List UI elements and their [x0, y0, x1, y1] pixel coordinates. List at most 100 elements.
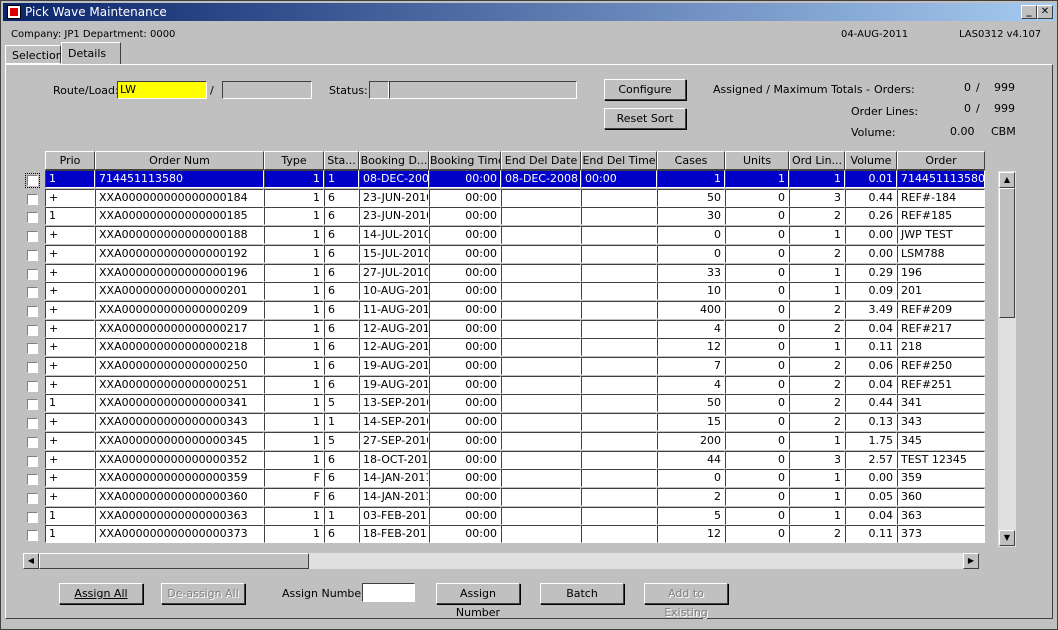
column-header[interactable]: Sta... [324, 151, 359, 170]
table-cell[interactable]: 1 [264, 319, 324, 338]
row-select-checkbox[interactable] [27, 492, 38, 504]
column-header[interactable]: Booking Time [429, 151, 501, 170]
table-cell[interactable] [501, 375, 581, 394]
column-header[interactable]: End Del Date [501, 151, 581, 170]
column-header[interactable]: Volume [845, 151, 897, 170]
table-cell[interactable] [501, 394, 581, 413]
table-cell[interactable]: 5 [324, 431, 359, 450]
table-cell[interactable]: 00:00 [429, 319, 501, 338]
table-cell[interactable] [581, 338, 657, 357]
table-cell[interactable]: 1 [45, 207, 95, 226]
table-cell[interactable]: 08-DEC-2008 [359, 170, 429, 188]
table-cell[interactable]: 0.00 [845, 244, 897, 263]
table-cell[interactable]: 00:00 [429, 300, 501, 319]
row-select-checkbox[interactable] [27, 193, 38, 205]
table-cell[interactable]: 6 [324, 450, 359, 469]
table-cell[interactable]: 3 [789, 188, 845, 207]
table-cell[interactable]: 30 [657, 207, 725, 226]
table-cell[interactable] [581, 375, 657, 394]
table-cell[interactable] [501, 525, 581, 543]
table-cell[interactable]: 0 [725, 431, 789, 450]
row-select-checkbox[interactable] [27, 362, 38, 373]
close-button[interactable]: ✕ [1037, 5, 1053, 19]
table-cell[interactable]: 6 [324, 263, 359, 282]
table-cell[interactable]: XXA000000000000000196 [95, 263, 264, 282]
table-cell[interactable]: 6 [324, 469, 359, 488]
table-cell[interactable]: REF#217 [897, 319, 985, 338]
table-cell[interactable] [501, 319, 581, 338]
table-row[interactable]: 1 XXA000000000000000185 1 6 23-JUN-2010 00:00… [45, 207, 985, 226]
table-cell[interactable]: 14-JAN-2011 [359, 487, 429, 506]
table-cell[interactable]: 50 [657, 394, 725, 413]
table-cell[interactable]: 00:00 [429, 244, 501, 263]
column-header[interactable]: Prio [45, 151, 95, 170]
table-cell[interactable]: 0.04 [845, 319, 897, 338]
table-cell[interactable]: XXA000000000000000352 [95, 450, 264, 469]
table-cell[interactable]: 27-SEP-2010 [359, 431, 429, 450]
row-select-checkbox[interactable] [27, 474, 38, 486]
table-cell[interactable]: 1 [324, 506, 359, 525]
scroll-down-button[interactable]: ▼ [999, 530, 1015, 546]
table-cell[interactable]: 14-JAN-2011 [359, 469, 429, 488]
table-cell[interactable]: 400 [657, 300, 725, 319]
table-cell[interactable]: 13-SEP-2010 [359, 394, 429, 413]
table-cell[interactable]: 27-JUL-2010 [359, 263, 429, 282]
table-cell[interactable] [501, 226, 581, 245]
column-header[interactable]: Cases [657, 151, 725, 170]
table-cell[interactable]: 0 [725, 525, 789, 543]
table-cell[interactable]: 0 [725, 319, 789, 338]
table-cell[interactable]: 3 [789, 450, 845, 469]
table-cell[interactable]: 0.13 [845, 413, 897, 432]
column-header[interactable]: Units [725, 151, 789, 170]
table-cell[interactable]: REF#-184 [897, 188, 985, 207]
table-cell[interactable]: 4 [657, 375, 725, 394]
table-cell[interactable]: 0 [725, 375, 789, 394]
table-cell[interactable]: 2 [657, 487, 725, 506]
table-row[interactable]: + XXA000000000000000360 F 6 14-JAN-2011 00:00… [45, 487, 985, 507]
table-cell[interactable] [581, 487, 657, 506]
table-cell[interactable]: XXA000000000000000343 [95, 413, 264, 432]
table-cell[interactable]: 0 [725, 188, 789, 207]
row-select-checkbox[interactable] [27, 287, 38, 299]
table-cell[interactable]: 0.26 [845, 207, 897, 226]
table-cell[interactable]: 00:00 [429, 338, 501, 357]
table-cell[interactable]: 0.06 [845, 357, 897, 375]
table-cell[interactable]: 6 [324, 244, 359, 263]
table-cell[interactable]: 0 [725, 226, 789, 245]
table-cell[interactable]: 343 [897, 413, 985, 432]
table-cell[interactable] [581, 469, 657, 488]
table-cell[interactable]: 373 [897, 525, 985, 543]
table-row[interactable]: + XXA000000000000000192 1 6 15-JUL-2010 00:00… [45, 244, 985, 264]
table-cell[interactable]: 1 [264, 263, 324, 282]
table-cell[interactable]: 00:00 [429, 394, 501, 413]
table-cell[interactable]: XXA000000000000000345 [95, 431, 264, 450]
table-cell[interactable]: + [45, 375, 95, 394]
table-cell[interactable]: 00:00 [429, 170, 501, 188]
table-cell[interactable]: 218 [897, 338, 985, 357]
column-header[interactable]: Order [897, 151, 985, 170]
table-cell[interactable]: 23-JUN-2010 [359, 207, 429, 226]
table-cell[interactable]: 2 [789, 413, 845, 432]
table-cell[interactable]: 363 [897, 506, 985, 525]
table-cell[interactable] [581, 394, 657, 413]
table-cell[interactable]: 50 [657, 188, 725, 207]
table-cell[interactable]: 0.05 [845, 487, 897, 506]
table-cell[interactable]: 4 [657, 319, 725, 338]
table-cell[interactable]: 1 [264, 413, 324, 432]
table-cell[interactable]: 0.44 [845, 188, 897, 207]
table-cell[interactable] [501, 207, 581, 226]
table-cell[interactable]: 0 [725, 244, 789, 263]
table-cell[interactable]: 00:00 [429, 525, 501, 543]
table-cell[interactable]: 1 [264, 170, 324, 188]
table-cell[interactable]: 14-SEP-2010 [359, 413, 429, 432]
table-cell[interactable]: 345 [897, 431, 985, 450]
table-cell[interactable] [501, 506, 581, 525]
route-load-input[interactable]: LW [117, 81, 207, 99]
table-cell[interactable]: 0 [725, 207, 789, 226]
column-header[interactable]: Ord Lin... [789, 151, 845, 170]
table-cell[interactable]: 1 [264, 207, 324, 226]
table-cell[interactable]: 2 [789, 319, 845, 338]
table-cell[interactable]: 1 [45, 525, 95, 543]
table-cell[interactable] [501, 431, 581, 450]
table-cell[interactable]: 0 [725, 394, 789, 413]
